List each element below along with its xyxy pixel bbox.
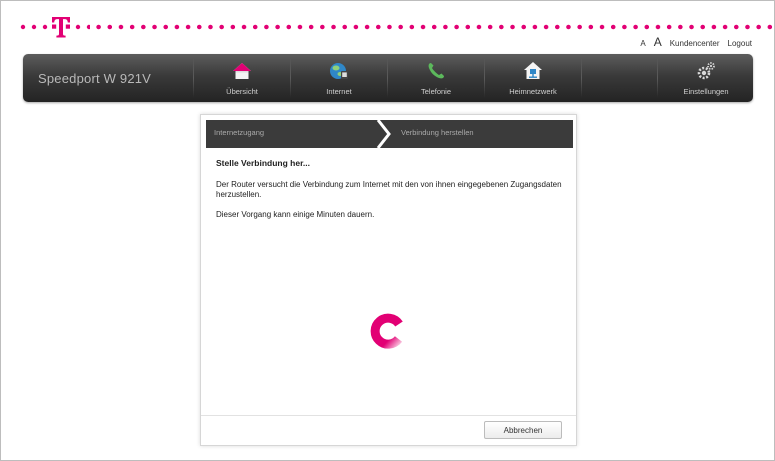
nav-item-einstellungen[interactable]: Einstellungen bbox=[658, 54, 754, 102]
main-nav-bar: Speedport W 921V Übersicht Internet Tele… bbox=[23, 54, 753, 102]
wizard-steps: Internetzugang Verbindung herstellen bbox=[206, 120, 573, 148]
logout-link[interactable]: Logout bbox=[728, 39, 752, 48]
nav-label: Heimnetzwerk bbox=[509, 87, 557, 96]
product-name: Speedport W 921V bbox=[38, 71, 152, 86]
home-icon bbox=[233, 63, 251, 79]
nav-item-internet[interactable]: Internet bbox=[291, 54, 387, 102]
kundencenter-link[interactable]: Kundencenter bbox=[670, 39, 720, 48]
brand-dotted-line bbox=[93, 24, 773, 30]
wizard-step-verbindung: Verbindung herstellen bbox=[401, 128, 474, 137]
telekom-logo bbox=[20, 17, 90, 38]
connection-dialog: Internetzugang Verbindung herstellen Ste… bbox=[200, 114, 577, 446]
nav-divider bbox=[581, 58, 582, 98]
nav-label: Telefonie bbox=[420, 87, 452, 96]
dialog-paragraph-1: Der Router versucht die Verbindung zum I… bbox=[216, 180, 562, 199]
font-size-small-button[interactable]: A bbox=[640, 39, 645, 48]
font-size-large-button[interactable]: A bbox=[654, 35, 662, 49]
gears-icon bbox=[697, 62, 715, 80]
top-links: A A Kundencenter Logout bbox=[640, 35, 752, 49]
dialog-paragraph-2: Dieser Vorgang kann einige Minuten dauer… bbox=[216, 210, 375, 219]
globe-icon bbox=[330, 63, 348, 79]
nav-item-telefonie[interactable]: Telefonie bbox=[388, 54, 484, 102]
phone-icon bbox=[428, 63, 444, 79]
nav-item-uebersicht[interactable]: Übersicht bbox=[194, 54, 290, 102]
dialog-title: Stelle Verbindung her... bbox=[216, 158, 310, 168]
network-house-icon bbox=[524, 62, 542, 79]
nav-label: Übersicht bbox=[226, 87, 258, 96]
nav-label: Einstellungen bbox=[683, 87, 729, 96]
nav-item-heimnetzwerk[interactable]: Heimnetzwerk bbox=[485, 54, 581, 102]
dialog-footer-divider bbox=[201, 415, 576, 416]
loading-spinner-icon bbox=[370, 313, 403, 349]
wizard-step-internetzugang: Internetzugang bbox=[214, 128, 265, 137]
wizard-chevron-icon bbox=[376, 120, 391, 148]
nav-label: Internet bbox=[326, 87, 352, 96]
cancel-button[interactable]: Abbrechen bbox=[484, 421, 562, 439]
